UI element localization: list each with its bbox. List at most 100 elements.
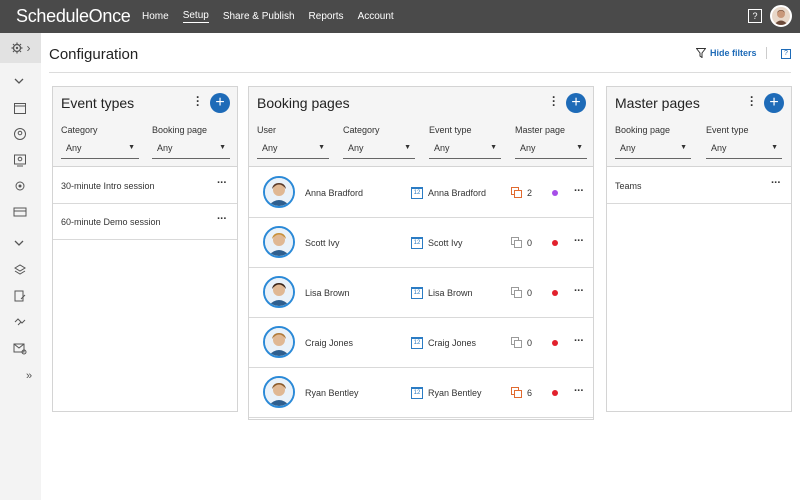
sidebar-settings-toggle[interactable]: ›	[0, 33, 41, 63]
filter-label: Category	[61, 125, 98, 135]
nav-account[interactable]: Account	[358, 11, 394, 23]
event-type-name: 30-minute Intro session	[61, 181, 155, 191]
master-page-count: 0	[527, 238, 533, 248]
table-row[interactable]: Lisa Brown 12 Lisa Brown 0 ···	[249, 268, 593, 318]
booking-pages-header: Booking pages · · · + User Any ▼ Category A…	[249, 87, 593, 167]
expand-sidebar-icon[interactable]: »	[26, 370, 32, 382]
user-name: Craig Jones	[305, 338, 354, 348]
event-type-select[interactable]: Any ▼	[429, 143, 501, 159]
header-rule	[49, 72, 791, 73]
nav-home[interactable]: Home	[142, 11, 169, 23]
calendar-icon: 12	[411, 237, 423, 249]
event-types-menu-icon[interactable]: · · ·	[195, 91, 201, 111]
master-pages-icon	[511, 337, 522, 348]
list-item[interactable]: Teams ···	[607, 168, 791, 204]
select-value: Any	[157, 143, 173, 153]
help-button[interactable]: ?	[748, 9, 762, 23]
row-menu-icon[interactable]: ···	[574, 285, 584, 297]
user-avatar[interactable]	[770, 5, 792, 27]
master-pages-filter-event-type: Event type Any ▼	[706, 125, 782, 159]
caret-down-icon: ▼	[404, 144, 411, 151]
event-type-name: 60-minute Demo session	[61, 217, 161, 227]
person-circle-icon[interactable]	[13, 127, 27, 141]
handshake-icon[interactable]	[13, 315, 27, 329]
user-select[interactable]: Any ▼	[257, 143, 329, 159]
master-page-select[interactable]: Any ▼	[515, 143, 587, 159]
calendar-icon[interactable]	[13, 101, 27, 115]
table-row[interactable]: Craig Jones 12 Craig Jones 0 ···	[249, 318, 593, 368]
user-card-icon[interactable]	[13, 153, 27, 167]
hide-filters-button[interactable]: Hide filters	[696, 48, 757, 58]
master-page-name: Teams	[615, 181, 642, 191]
nav-share-publish[interactable]: Share & Publish	[223, 11, 295, 23]
row-menu-icon[interactable]: ···	[574, 335, 584, 347]
edit-document-icon[interactable]	[13, 289, 27, 303]
category-select[interactable]: Any ▼	[61, 143, 139, 159]
master-pages-menu-icon[interactable]: · · ·	[749, 91, 755, 111]
row-menu-icon[interactable]: ···	[574, 235, 584, 247]
person-avatar	[263, 376, 295, 408]
chevron-down-icon[interactable]	[14, 240, 24, 246]
status-dot	[552, 290, 558, 296]
add-booking-page-button[interactable]: +	[566, 93, 586, 113]
filter-label: User	[257, 125, 277, 135]
nav-reports[interactable]: Reports	[309, 11, 344, 23]
select-value: Any	[620, 143, 636, 153]
gear-icon	[11, 42, 22, 54]
row-menu-icon[interactable]: ···	[574, 385, 584, 397]
caret-down-icon: ▼	[128, 144, 135, 151]
row-menu-icon[interactable]: ···	[771, 177, 781, 189]
row-menu-icon[interactable]: ···	[574, 185, 584, 197]
event-types-header: Event types · · · + Category Any ▼ Booking …	[53, 87, 237, 167]
filter-label: Category	[343, 125, 380, 135]
person-avatar	[263, 226, 295, 258]
select-value: Any	[520, 143, 536, 153]
row-menu-icon[interactable]: ···	[217, 177, 227, 189]
app-logo[interactable]: ScheduleOnce	[16, 6, 142, 27]
booking-page-select[interactable]: Any ▼	[152, 143, 230, 159]
category-select[interactable]: Any ▼	[343, 143, 415, 159]
page-title: Configuration	[49, 46, 139, 63]
row-menu-icon[interactable]: ···	[217, 213, 227, 225]
caret-down-icon: ▼	[318, 144, 325, 151]
filter-label: Event type	[706, 125, 749, 135]
user-avatar-icon	[774, 10, 788, 25]
person-avatar-icon	[265, 278, 293, 306]
add-master-page-button[interactable]: +	[764, 93, 784, 113]
credit-card-icon[interactable]	[13, 205, 27, 219]
booking-page-name[interactable]: Lisa Brown	[428, 288, 473, 298]
chevron-down-icon[interactable]	[14, 78, 24, 84]
table-row[interactable]: Scott Ivy 12 Scott Ivy 0 ···	[249, 218, 593, 268]
booking-page-name[interactable]: Anna Bradford	[428, 188, 486, 198]
settings-icon[interactable]	[13, 179, 27, 193]
master-page-count: 6	[527, 388, 533, 398]
booking-page-name[interactable]: Craig Jones	[428, 338, 476, 348]
list-item[interactable]: 60-minute Demo session ···	[53, 204, 237, 240]
booking-pages-menu-icon[interactable]: · · ·	[551, 91, 557, 111]
caret-down-icon: ▼	[219, 144, 226, 151]
list-item[interactable]: 30-minute Intro session ···	[53, 168, 237, 204]
page-help-button[interactable]: ?	[781, 49, 791, 59]
person-avatar-icon	[265, 328, 293, 356]
top-navigation-bar: ScheduleOnce Home Setup Share & Publish …	[0, 0, 800, 33]
table-row[interactable]: Anna Bradford 12 Anna Bradford 2 ···	[249, 168, 593, 218]
person-avatar-icon	[265, 178, 293, 206]
table-row[interactable]: Ryan Bentley 12 Ryan Bentley 6 ···	[249, 368, 593, 418]
booking-pages-title: Booking pages	[257, 95, 350, 111]
booking-page-name[interactable]: Scott Ivy	[428, 238, 463, 248]
master-pages-title: Master pages	[615, 95, 700, 111]
main-nav: Home Setup Share & Publish Reports Accou…	[142, 10, 408, 23]
event-type-select[interactable]: Any ▼	[706, 143, 782, 159]
add-event-type-button[interactable]: +	[210, 93, 230, 113]
booking-page-name[interactable]: Ryan Bentley	[428, 388, 482, 398]
person-avatar-icon	[265, 228, 293, 256]
nav-setup[interactable]: Setup	[182, 10, 209, 23]
event-types-title: Event types	[61, 95, 135, 111]
booking-page-select[interactable]: Any ▼	[615, 143, 691, 159]
booking-pages-filter-master-page: Master page Any ▼	[515, 125, 587, 159]
status-dot	[552, 240, 558, 246]
mail-settings-icon[interactable]	[13, 341, 27, 355]
master-pages-icon	[511, 387, 522, 398]
layers-icon[interactable]	[13, 263, 27, 277]
master-pages-icon	[511, 187, 522, 198]
